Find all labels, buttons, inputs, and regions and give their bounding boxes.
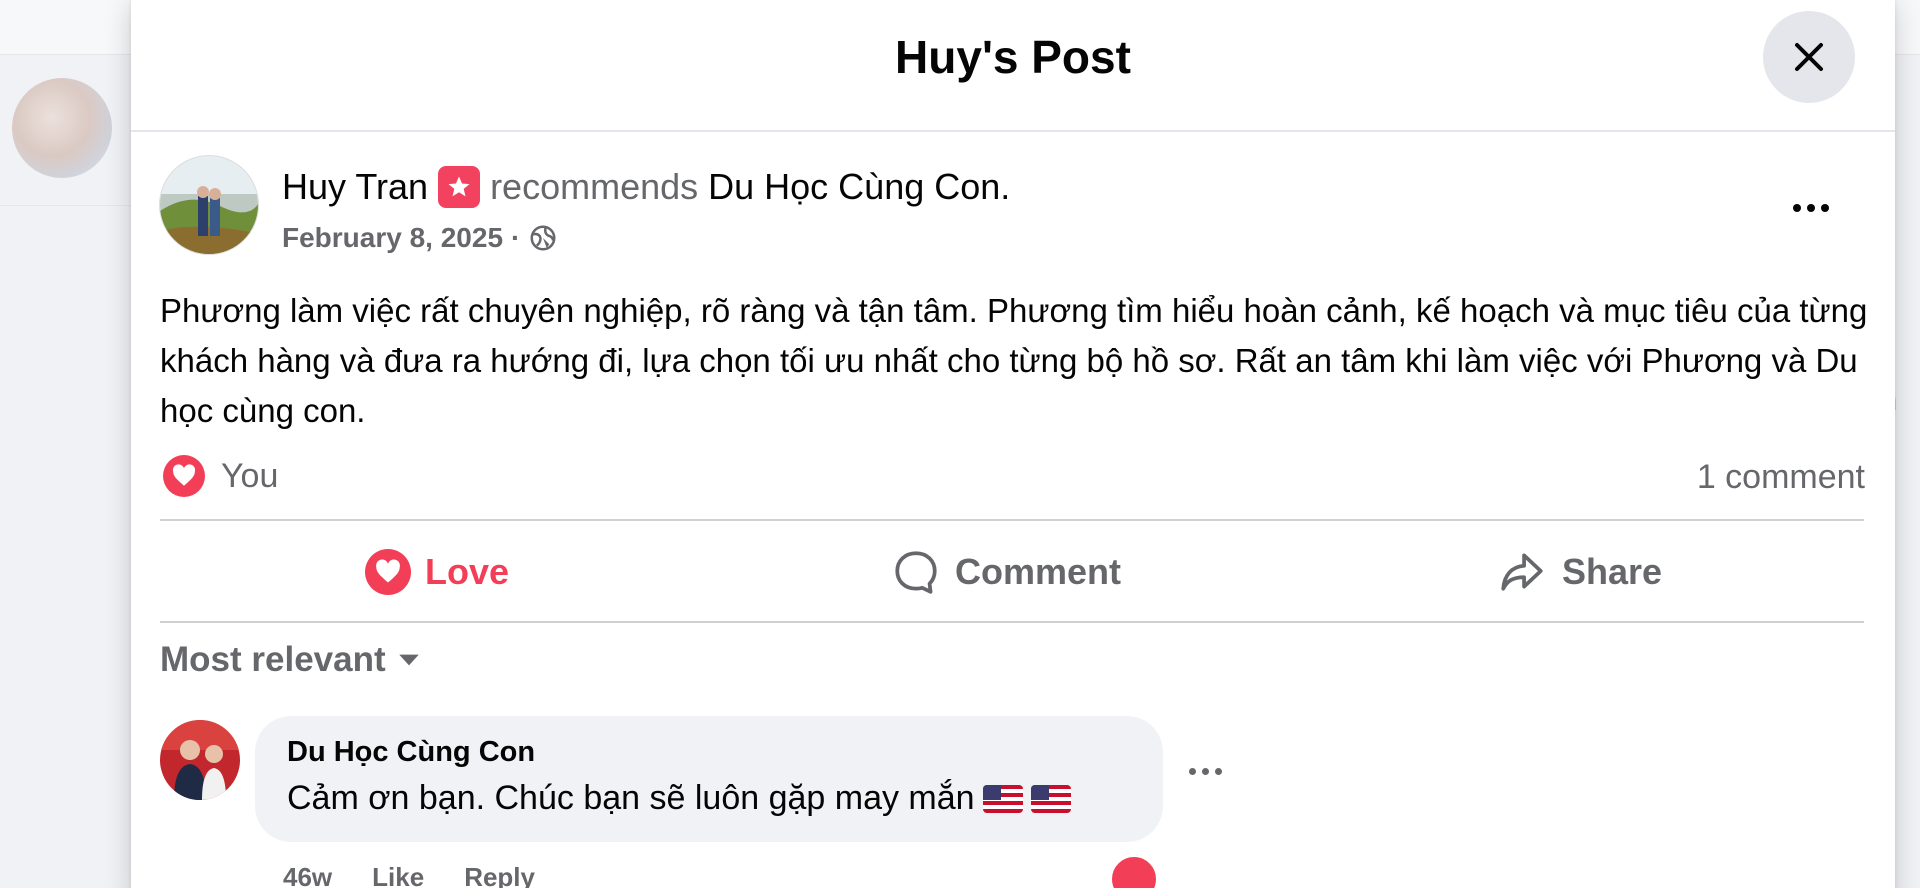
post-header-line: Huy Tran recommends Du Học Cùng Con.: [282, 166, 1010, 208]
comment-bubble: Du Học Cùng Con Cảm ơn bạn. Chúc bạn sẽ …: [255, 716, 1163, 842]
comment-label: Comment: [955, 551, 1122, 592]
dot: [1821, 204, 1829, 212]
us-flag-emoji: [1030, 784, 1071, 813]
comment-meta: 46w Like Reply: [283, 862, 535, 888]
author-photo: [160, 156, 258, 254]
comment-like-button[interactable]: Like: [372, 862, 424, 888]
modal-title: Huy's Post: [895, 31, 1131, 83]
comment-more-button[interactable]: [1189, 768, 1222, 775]
dot: [1215, 768, 1222, 775]
post-meta: February 8, 2025 ·: [282, 222, 558, 254]
comment-button[interactable]: Comment: [891, 540, 1121, 604]
modal-header: Huy's Post: [131, 0, 1895, 132]
author-name[interactable]: Huy Tran: [282, 166, 428, 208]
love-button[interactable]: Love: [365, 540, 509, 604]
comment-icon: [895, 551, 937, 594]
sort-label: Most relevant: [160, 640, 386, 679]
dot: [1807, 204, 1815, 212]
share-label: Share: [1562, 551, 1663, 592]
dot: [1793, 204, 1801, 212]
author-avatar[interactable]: [159, 155, 259, 255]
commenter-name[interactable]: Du Học Cùng Con: [287, 736, 1131, 769]
post-more-button[interactable]: [1781, 188, 1841, 228]
reactions-summary[interactable]: You: [163, 455, 278, 497]
comment-text-row: Cảm ơn bạn. Chúc bạn sẽ luôn gặp may mắn: [287, 779, 1131, 818]
comment-time[interactable]: 46w: [283, 862, 332, 888]
love-icon: [365, 549, 411, 595]
background-avatar: [12, 78, 112, 178]
recommends-text: recommends: [490, 166, 699, 207]
post-text: Phương làm việc rất chuyên nghiệp, rõ rà…: [160, 292, 1868, 429]
love-label: Love: [425, 551, 510, 592]
commenter-photo: [160, 720, 240, 800]
comment-count[interactable]: 1 comment: [1697, 458, 1865, 497]
close-icon: [1795, 43, 1823, 71]
reaction-names: You: [221, 456, 279, 495]
post-date[interactable]: February 8, 2025: [282, 222, 503, 254]
comment-reply-button[interactable]: Reply: [464, 862, 535, 888]
period: .: [1000, 166, 1011, 207]
share-button[interactable]: Share: [1496, 540, 1662, 604]
comment-text: Cảm ơn bạn. Chúc bạn sẽ luôn gặp may mắn: [287, 779, 975, 817]
recommendation-icon: [438, 166, 481, 208]
dot: [1202, 768, 1209, 775]
dot: [1189, 768, 1196, 775]
us-flag-emoji: [982, 784, 1023, 813]
comment-love-reaction-icon: [1109, 854, 1159, 888]
background-divider: [0, 205, 132, 206]
divider: [160, 519, 1864, 521]
share-icon: [1501, 553, 1543, 591]
comment-sort-dropdown[interactable]: Most relevant: [160, 640, 422, 680]
globe-icon: [530, 225, 556, 251]
caret-down-icon: [398, 654, 419, 666]
divider: [160, 621, 1864, 623]
love-reaction-icon: [163, 455, 205, 497]
close-button[interactable]: [1763, 11, 1855, 103]
meta-separator: ·: [511, 222, 521, 253]
post-modal: Huy's Post Huy Tran recommends Du Học Cù…: [131, 0, 1895, 888]
recommended-page-link[interactable]: Du Học Cùng Con: [708, 166, 1000, 207]
commenter-avatar[interactable]: [160, 720, 240, 800]
